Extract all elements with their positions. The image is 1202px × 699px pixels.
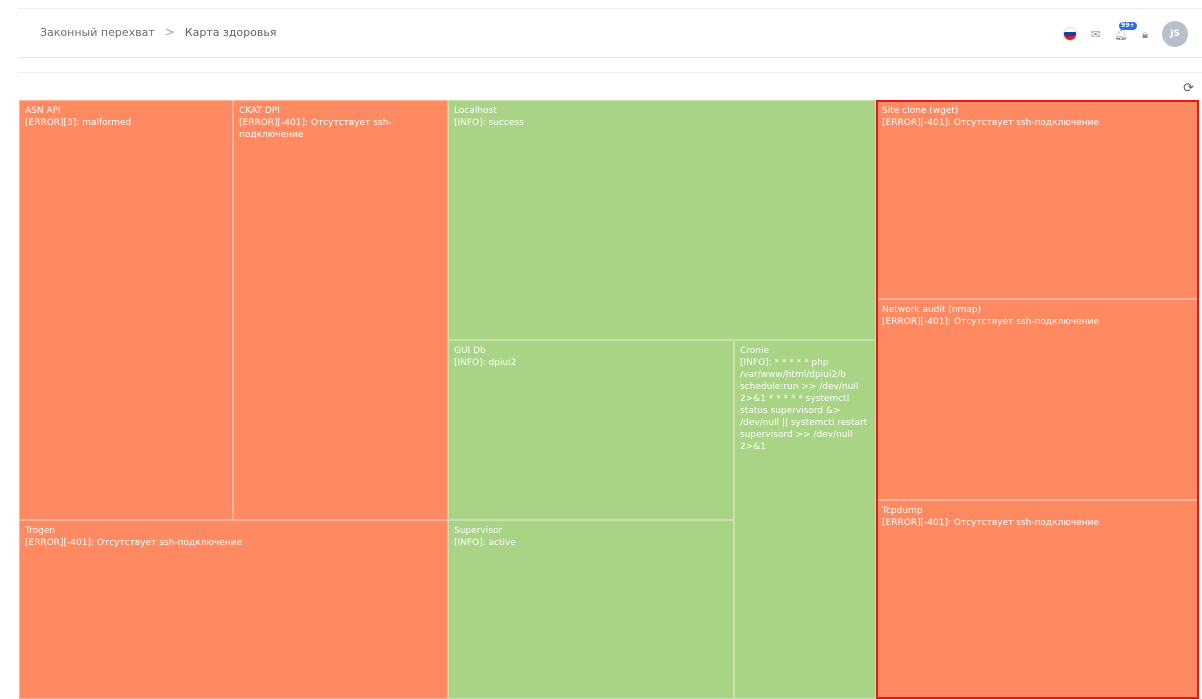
tile-title: CKAT DPI bbox=[239, 106, 280, 116]
breadcrumb-item-lawful-interception[interactable]: Законный перехват bbox=[40, 26, 155, 39]
tile-supervisor[interactable]: Supervisor [INFO]: active bbox=[448, 520, 734, 699]
health-map-card: ⟳ ASN API [ERROR][3]: malformed CKAT DPI… bbox=[18, 72, 1202, 699]
tile-message: [ERROR][-401]: Отсутствует ssh-подключен… bbox=[882, 317, 1100, 327]
health-treemap: ASN API [ERROR][3]: malformed CKAT DPI [… bbox=[19, 100, 1199, 699]
tile-localhost[interactable]: Localhost [INFO]: success bbox=[448, 100, 876, 340]
tile-message: [ERROR][-401]: Отсутствует ssh-подключен… bbox=[25, 538, 243, 548]
tile-message: [INFO]: * * * * * php /var/www/html/dpiu… bbox=[740, 358, 868, 452]
bell-icon[interactable]: 99+ 🔔︎ bbox=[1114, 21, 1137, 40]
tile-message: [INFO]: active bbox=[454, 538, 516, 548]
tile-title: Trogen bbox=[25, 526, 56, 536]
breadcrumb: Законный перехват > Карта здоровья bbox=[40, 25, 276, 39]
tile-message: [ERROR][-401]: Отсутствует ssh-подключен… bbox=[239, 118, 392, 140]
tile-title: ASN API bbox=[25, 106, 61, 116]
tile-title: Localhost bbox=[454, 106, 497, 116]
tile-gui-db[interactable]: GUI Db [INFO]: dpiui2 bbox=[448, 340, 734, 520]
tile-title: Network audit (nmap) bbox=[882, 305, 981, 315]
tile-trogen[interactable]: Trogen [ERROR][-401]: Отсутствует ssh-по… bbox=[19, 520, 448, 699]
tile-asn-api[interactable]: ASN API [ERROR][3]: malformed bbox=[19, 100, 233, 520]
breadcrumb-separator-icon: > bbox=[164, 25, 175, 39]
header-actions: ✉ 99+ 🔔︎ 🔒︎ JS bbox=[1062, 21, 1188, 47]
tile-ckat-dpi[interactable]: CKAT DPI [ERROR][-401]: Отсутствует ssh-… bbox=[233, 100, 448, 520]
lock-icon[interactable]: 🔒︎ bbox=[1142, 29, 1148, 40]
mail-icon[interactable]: ✉ bbox=[1091, 29, 1100, 40]
tile-title: Cronie bbox=[740, 346, 770, 356]
breadcrumb-item-health-map: Карта здоровья bbox=[184, 25, 277, 39]
tile-network-audit[interactable]: Network audit (nmap) [ERROR][-401]: Отсу… bbox=[876, 299, 1199, 500]
tile-message: [INFO]: dpiui2 bbox=[454, 358, 517, 368]
tile-message: [INFO]: success bbox=[454, 118, 524, 128]
tile-message: [ERROR][-401]: Отсутствует ssh-подключен… bbox=[882, 518, 1100, 528]
notifications-badge: 99+ bbox=[1119, 21, 1137, 30]
tile-message: [ERROR][3]: malformed bbox=[25, 118, 132, 128]
tile-title: Supervisor bbox=[454, 526, 503, 536]
tile-tcpdump[interactable]: Tcpdump [ERROR][-401]: Отсутствует ssh-п… bbox=[876, 500, 1199, 699]
russia-flag-icon[interactable] bbox=[1062, 27, 1077, 41]
tile-site-clone[interactable]: Site clone (wget) [ERROR][-401]: Отсутст… bbox=[876, 100, 1199, 299]
tile-title: GUI Db bbox=[454, 346, 486, 356]
tile-message: [ERROR][-401]: Отсутствует ssh-подключен… bbox=[882, 118, 1100, 128]
tile-title: Site clone (wget) bbox=[882, 106, 959, 116]
avatar[interactable]: JS bbox=[1162, 21, 1188, 47]
tile-cronie[interactable]: Cronie [INFO]: * * * * * php /var/www/ht… bbox=[734, 340, 876, 699]
refresh-icon[interactable]: ⟳ bbox=[1183, 81, 1194, 96]
tile-title: Tcpdump bbox=[882, 506, 923, 516]
top-header: Законный перехват > Карта здоровья ✉ 99+… bbox=[18, 8, 1202, 58]
